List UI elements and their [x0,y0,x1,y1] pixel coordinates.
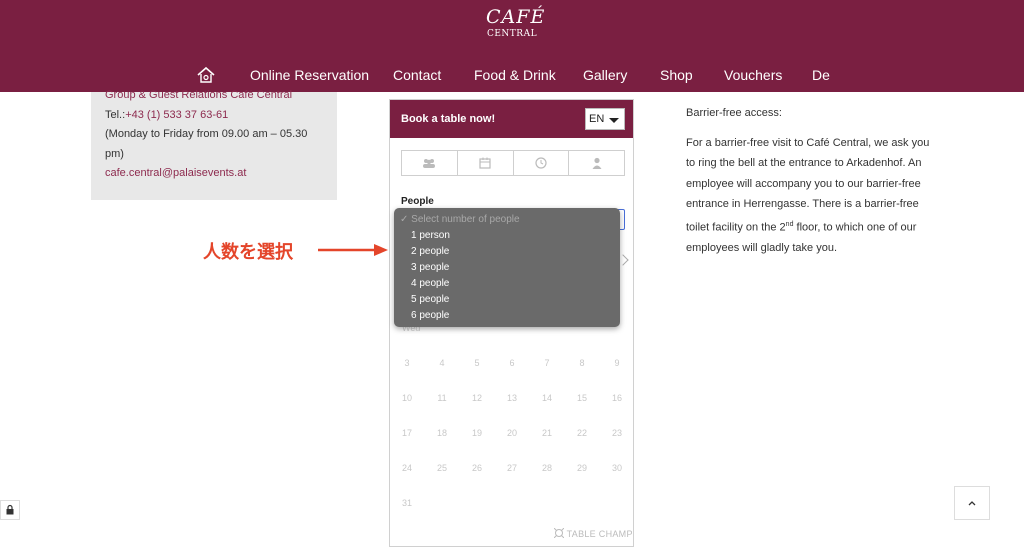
calendar-day[interactable]: 23 [607,428,627,438]
people-label: People [401,196,434,207]
widget-title: Book a table now! [401,113,496,125]
calendar-day[interactable]: 8 [572,358,592,368]
nav-shop[interactable]: Shop [660,67,693,84]
clock-icon [535,157,547,169]
nav-de[interactable]: De [812,67,830,84]
nav-contact[interactable]: Contact [393,67,441,84]
dropdown-option[interactable]: 1 person [394,228,620,244]
widget-header: Book a table now! EN [390,100,633,138]
calendar-day[interactable]: 10 [397,393,417,403]
calendar-day[interactable]: 27 [502,463,522,473]
nav-food-drink[interactable]: Food & Drink [474,67,556,84]
calendar-day[interactable]: 9 [607,358,627,368]
calendar-week: 24 25 26 27 28 29 30 [390,463,635,477]
people-dropdown-menu: ✓ Select number of people 1 person 2 peo… [394,208,620,327]
info-body: For a barrier-free visit to Café Central… [686,136,930,254]
contact-hours-1: (Monday to Friday from 09.00 am – 05.30 [105,128,308,140]
calendar-day[interactable]: 22 [572,428,592,438]
nav-vouchers[interactable]: Vouchers [724,67,782,84]
annotation-arrow-icon [318,244,388,256]
annotation-label: 人数を選択 [203,242,293,262]
cafe-central-logo[interactable]: CAFÉ CENTRAL [486,6,544,46]
dropdown-option[interactable]: 2 people [394,244,620,260]
chevron-up-icon [968,501,976,506]
calendar-day[interactable]: 24 [397,463,417,473]
dropdown-option[interactable]: 5 people [394,292,620,308]
dropdown-option[interactable]: 3 people [394,260,620,276]
calendar-day[interactable]: 4 [432,358,452,368]
site-header: CAFÉ CENTRAL Online Reservation Contact … [0,0,1024,92]
calendar-day[interactable]: 3 [397,358,417,368]
nav-online-reservation[interactable]: Online Reservation [250,67,369,84]
calendar-day[interactable]: 25 [432,463,452,473]
contact-tel: Tel.:+43 (1) 533 37 63-61 [105,108,229,121]
calendar-week: 10 11 12 13 14 15 16 [390,393,635,407]
dropdown-option[interactable]: 4 people [394,276,620,292]
info-heading: Barrier-free access: [686,107,782,119]
table-champ-brand: TABLE CHAMP [553,527,633,539]
contact-hours-2: pm) [105,147,124,160]
step-person[interactable] [569,151,624,175]
calendar-day[interactable]: 26 [467,463,487,473]
table-champ-icon [553,527,565,539]
calendar-day[interactable]: 19 [467,428,487,438]
email-link[interactable]: cafe.central@palaisevents.at [105,164,323,184]
calendar-icon [479,157,491,169]
home-icon[interactable] [196,66,216,84]
calendar-week: 31 [390,498,635,512]
calendar-week: 3 4 5 6 7 8 9 [390,358,635,372]
calendar-day[interactable]: 14 [537,393,557,403]
dropdown-placeholder[interactable]: ✓ Select number of people [394,212,620,228]
calendar-week: 17 18 19 20 21 22 23 [390,428,635,442]
calendar-day[interactable]: 29 [572,463,592,473]
privacy-lock-button[interactable] [0,500,20,520]
calendar-day[interactable]: 5 [467,358,487,368]
calendar-day[interactable]: 12 [467,393,487,403]
step-people[interactable] [402,151,458,175]
calendar-day[interactable]: 18 [432,428,452,438]
barrier-free-info: Barrier-free access: For a barrier-free … [686,103,934,267]
nav-gallery[interactable]: Gallery [583,67,627,84]
calendar-day[interactable]: 21 [537,428,557,438]
calendar-day[interactable]: 15 [572,393,592,403]
calendar-day[interactable]: 7 [537,358,557,368]
calendar-day[interactable]: 17 [397,428,417,438]
lock-icon [6,504,14,515]
calendar-day[interactable]: 11 [432,393,452,403]
contact-cut-line: Group & Guest Relations Café Central [105,89,293,101]
calendar-day[interactable]: 16 [607,393,627,403]
dropdown-option[interactable]: 6 people [394,308,620,324]
people-icon [423,159,436,168]
caret-down-icon [609,118,619,123]
contact-box: Group & Guest Relations Café Central Tel… [91,89,337,200]
scroll-to-top-button[interactable] [954,486,990,520]
calendar-day[interactable]: 31 [397,498,417,508]
calendar-day[interactable]: 6 [502,358,522,368]
step-time[interactable] [514,151,570,175]
language-select[interactable]: EN [585,108,625,130]
step-tabs [401,150,625,176]
user-icon [592,157,602,169]
phone-link[interactable]: +43 (1) 533 37 63-61 [125,109,228,121]
step-date[interactable] [458,151,514,175]
calendar-day[interactable]: 20 [502,428,522,438]
calendar-day[interactable]: 30 [607,463,627,473]
calendar-day[interactable]: 28 [537,463,557,473]
calendar-day[interactable]: 13 [502,393,522,403]
